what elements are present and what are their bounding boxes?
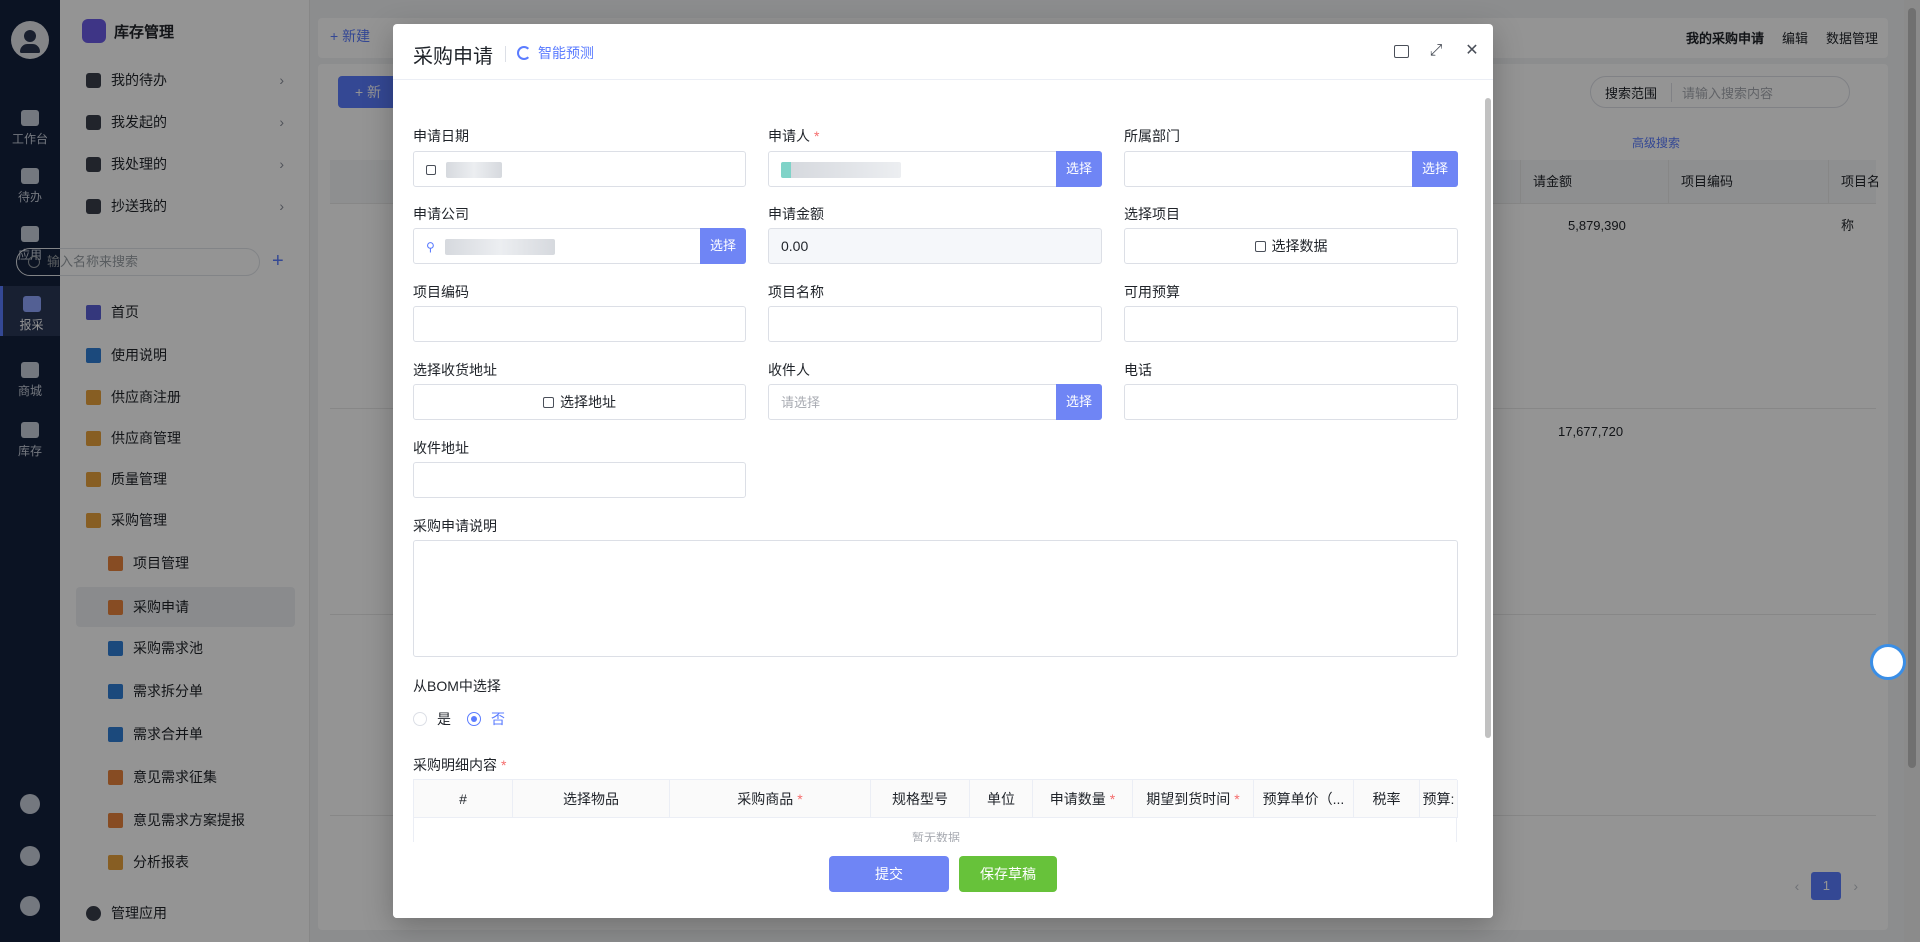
dialog-tools: ⤢ ✕ [1394, 42, 1481, 60]
detail-column-header: 采购商品 * [670, 780, 871, 818]
applicant-select-button[interactable]: 选择 [1056, 151, 1102, 187]
department-select-button[interactable]: 选择 [1412, 151, 1458, 187]
bom-radio-no[interactable]: 否 [467, 709, 505, 729]
detail-column-header: 预算: [1420, 780, 1458, 818]
field-label: 项目编码 [413, 284, 469, 300]
dialog-body: 申请日期 申请人 * 选择 所属部门 选择 申请公司 ⚲ 选择 申请金额 0.00… [393, 81, 1483, 890]
field-label: 选择收货地址 [413, 362, 497, 378]
field-label: 从BOM中选择 [413, 678, 501, 694]
field-label: 电话 [1124, 362, 1152, 378]
database-icon [1254, 241, 1266, 252]
project-name-field[interactable] [768, 306, 1102, 342]
field-label: 收件人 [768, 362, 810, 378]
detail-column-header: 税率 [1354, 780, 1420, 818]
bom-radio-yes[interactable]: 是 [413, 709, 451, 729]
field-label: 采购明细内容 * [413, 757, 507, 773]
dialog-header: 采购申请 智能预测 ⤢ ✕ [393, 24, 1493, 80]
description-textarea[interactable] [413, 540, 1458, 657]
org-icon: ⚲ [426, 240, 435, 254]
dialog-footer: 提交 保存草稿 [393, 842, 1493, 918]
apply-date-field[interactable] [413, 151, 746, 187]
field-label: 项目名称 [768, 284, 824, 300]
select-project-button[interactable]: 选择数据 [1124, 228, 1458, 264]
company-select-button[interactable]: 选择 [700, 228, 746, 264]
field-label: 申请日期 [413, 128, 469, 144]
field-label: 选择项目 [1124, 206, 1180, 222]
assistant-float-icon[interactable] [1870, 644, 1906, 680]
detail-column-header: 单位 [970, 780, 1033, 818]
applicant-field[interactable]: 选择 [768, 151, 1102, 187]
amount-field: 0.00 [768, 228, 1102, 264]
radio-circle [413, 712, 427, 726]
redacted-value [781, 162, 901, 179]
purchase-request-dialog: 采购申请 智能预测 ⤢ ✕ 申请日期 申请人* 选择 所属部门 选择 申请公司 [393, 24, 1493, 918]
divider [505, 46, 506, 62]
field-label: 申请人 * [768, 128, 820, 144]
field-label: 收件地址 [413, 440, 469, 456]
detail-column-header: 预算单价（... [1254, 780, 1354, 818]
save-draft-button[interactable]: 保存草稿 [959, 856, 1057, 892]
detail-column-header: # [414, 780, 513, 818]
submit-button[interactable]: 提交 [829, 856, 949, 892]
layout-icon[interactable] [1394, 45, 1409, 58]
receiver-field[interactable]: 请选择 选择 [768, 384, 1102, 420]
redacted-value [444, 239, 555, 256]
department-field[interactable]: 选择 [1124, 151, 1458, 187]
dialog-scrollbar-thumb[interactable] [1485, 98, 1491, 738]
dialog-title: 采购申请 [413, 46, 493, 68]
expand-icon[interactable]: ⤢ [1427, 42, 1445, 60]
address-field[interactable] [413, 462, 746, 498]
field-label: 申请金额 [768, 206, 824, 222]
receiver-select-button[interactable]: 选择 [1056, 384, 1102, 420]
calendar-icon [426, 165, 436, 175]
field-label: 所属部门 [1124, 128, 1180, 144]
field-label: 采购申请说明 [413, 518, 497, 534]
company-field[interactable]: ⚲ 选择 [413, 228, 746, 264]
detail-column-header: 规格型号 [871, 780, 970, 818]
phone-field[interactable] [1124, 384, 1458, 420]
detail-column-header: 期望到货时间 * [1133, 780, 1254, 818]
detail-column-header: 申请数量 * [1033, 780, 1133, 818]
project-code-field[interactable] [413, 306, 746, 342]
budget-field[interactable] [1124, 306, 1458, 342]
field-label: 可用预算 [1124, 284, 1180, 300]
select-address-button[interactable]: 选择地址 [413, 384, 746, 420]
database-icon [543, 397, 554, 408]
close-icon[interactable]: ✕ [1463, 42, 1481, 60]
field-label: 申请公司 [413, 206, 469, 222]
ai-icon [517, 46, 531, 60]
radio-circle [467, 712, 481, 726]
ai-predict-button[interactable]: 智能预测 [517, 43, 594, 63]
dialog-scrollbar[interactable] [1484, 94, 1492, 854]
redacted-value [445, 162, 502, 179]
detail-column-header: 选择物品 [513, 780, 670, 818]
